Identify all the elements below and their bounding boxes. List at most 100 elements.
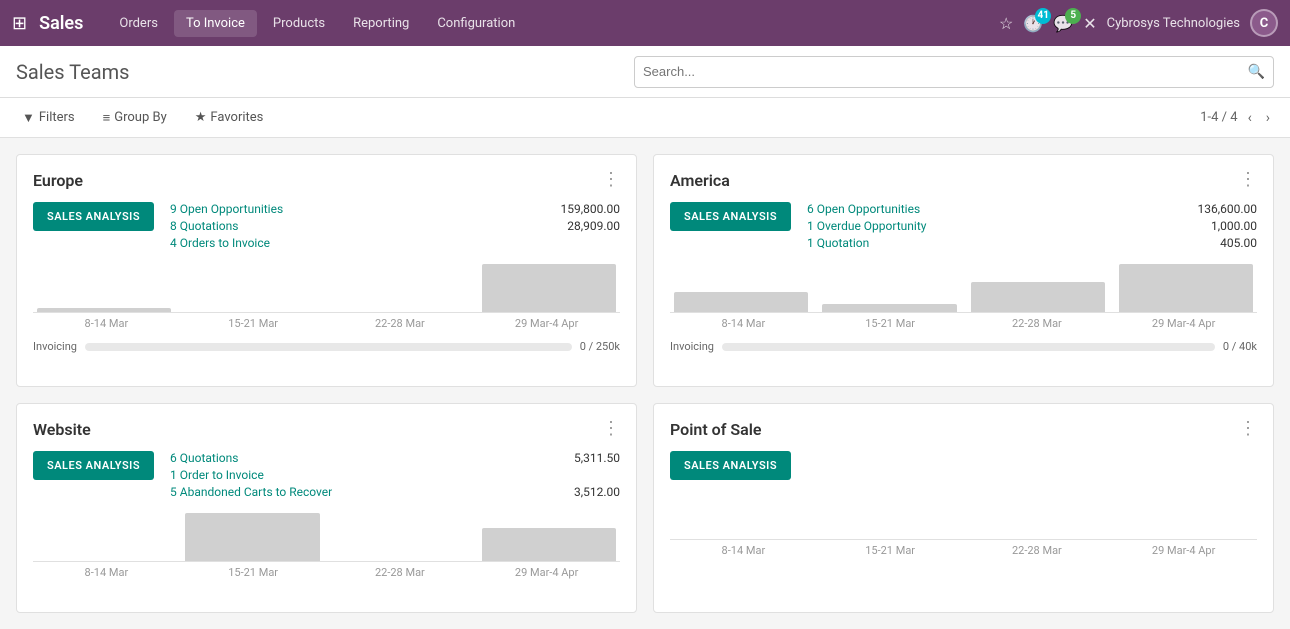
sales-analysis-button[interactable]: SALES ANALYSIS: [670, 451, 791, 480]
card-body: SALES ANALYSIS: [670, 451, 1257, 480]
search-bar[interactable]: 🔍: [634, 56, 1274, 88]
card-link-value: 5,311.50: [574, 451, 620, 465]
team-card-america: America ⋮ SALES ANALYSIS 6 Open Opportuniti…: [653, 154, 1274, 387]
company-name: Cybrosys Technologies: [1107, 16, 1240, 31]
prev-page-button[interactable]: ‹: [1244, 108, 1256, 128]
menu-configuration[interactable]: Configuration: [425, 10, 527, 37]
card-link-value: 159,800.00: [561, 202, 620, 216]
chart-label: 22-28 Mar: [327, 317, 474, 330]
card-link-1[interactable]: 8 Quotations: [170, 219, 238, 233]
card-body: SALES ANALYSIS6 Open Opportunities136,60…: [670, 202, 1257, 253]
favorites-icon: ★: [195, 110, 207, 125]
card-header: Europe⋮: [33, 171, 620, 190]
clock-icon-btn[interactable]: 🕐 41: [1023, 14, 1043, 33]
card-header: America ⋮: [670, 171, 1257, 190]
chart-label: 22-28 Mar: [964, 544, 1111, 557]
card-link-1[interactable]: 1 Overdue Opportunity: [807, 219, 926, 233]
filters-label: Filters: [39, 110, 75, 125]
filter-icon: ▼: [22, 110, 35, 126]
chart-wrapper: 8-14 Mar15-21 Mar22-28 Mar29 Mar-4 Apr: [33, 263, 620, 330]
card-link-0[interactable]: 6 Open Opportunities: [807, 202, 920, 216]
card-menu-button[interactable]: ⋮: [1239, 420, 1257, 438]
card-link-value: 405.00: [1220, 236, 1257, 250]
card-link-0[interactable]: 6 Quotations: [170, 451, 238, 465]
card-links: 9 Open Opportunities 159,800.00 8 Quotatio…: [170, 202, 620, 253]
chart-label: 29 Mar-4 Apr: [1110, 544, 1257, 557]
card-link-1[interactable]: 1 Order to Invoice: [170, 468, 264, 482]
chat-badge: 5: [1065, 8, 1081, 24]
card-link-0[interactable]: 9 Open Opportunities: [170, 202, 283, 216]
main-menu: Orders To Invoice Products Reporting Con…: [107, 10, 991, 37]
card-link-row: 1 Order to Invoice: [170, 468, 620, 482]
close-icon: ✕: [1083, 14, 1096, 33]
chart-label: 15-21 Mar: [817, 544, 964, 557]
sales-analysis-button[interactable]: SALES ANALYSIS: [33, 451, 154, 480]
pagination-text: 1-4 / 4: [1200, 110, 1237, 125]
chart-label: 8-14 Mar: [33, 317, 180, 330]
chat-icon-btn[interactable]: 💬 5: [1053, 14, 1073, 33]
card-body: SALES ANALYSIS 6 Quotations 5,311.50 1 Orde…: [33, 451, 620, 502]
chart-bar: [37, 308, 171, 312]
invoicing-bar-track: [85, 343, 572, 351]
chart-label: 29 Mar-4 Apr: [473, 317, 620, 330]
card-link-2[interactable]: 5 Abandoned Carts to Recover: [170, 485, 332, 499]
card-header: Website⋮: [33, 420, 620, 439]
card-link-2[interactable]: 4 Orders to Invoice: [170, 236, 270, 250]
chart-bar: [674, 292, 808, 312]
invoicing-label: Invoicing: [33, 340, 77, 353]
chart-bar: [971, 282, 1105, 312]
filters-button[interactable]: ▼ Filters: [16, 108, 81, 128]
search-input[interactable]: [643, 64, 1248, 79]
card-title: Point of Sale: [670, 420, 762, 439]
chart-label: 15-21 Mar: [180, 317, 327, 330]
invoicing-value: 0 / 40k: [1223, 340, 1257, 353]
favorites-label: Favorites: [210, 110, 263, 125]
card-link-row: 5 Abandoned Carts to Recover 3,512.00: [170, 485, 620, 499]
card-link-value: 28,909.00: [567, 219, 620, 233]
sales-analysis-button[interactable]: SALES ANALYSIS: [670, 202, 791, 231]
favorites-button[interactable]: ★ Favorites: [189, 108, 270, 127]
chart-label: 22-28 Mar: [964, 317, 1111, 330]
chart-bars: [33, 512, 620, 562]
star-icon: ☆: [999, 14, 1013, 33]
card-header: Point of Sale ⋮: [670, 420, 1257, 439]
avatar[interactable]: C: [1250, 9, 1278, 37]
card-menu-button[interactable]: ⋮: [1239, 171, 1257, 189]
card-link-row: 8 Quotations 28,909.00: [170, 219, 620, 233]
invoicing-value: 0 / 250k: [580, 340, 620, 353]
card-link-row: 1 Overdue Opportunity1,000.00: [807, 219, 1257, 233]
card-link-row: 4 Orders to Invoice: [170, 236, 620, 250]
menu-reporting[interactable]: Reporting: [341, 10, 421, 37]
card-title: America: [670, 171, 730, 190]
menu-products[interactable]: Products: [261, 10, 337, 37]
filter-left: ▼ Filters ≡ Group By ★ Favorites: [16, 108, 269, 128]
invoicing-row: Invoicing 0 / 250k: [33, 340, 620, 353]
chart-wrapper: 8-14 Mar15-21 Mar22-28 Mar29 Mar-4 Apr: [670, 490, 1257, 557]
page-title: Sales Teams: [16, 60, 129, 84]
group-by-button[interactable]: ≡ Group By: [97, 108, 173, 128]
menu-to-invoice[interactable]: To Invoice: [174, 10, 257, 37]
chart-labels: 8-14 Mar15-21 Mar22-28 Mar29 Mar-4 Apr: [670, 544, 1257, 557]
chart-label: 29 Mar-4 Apr: [473, 566, 620, 579]
card-link-value: 3,512.00: [574, 485, 620, 499]
chart-bar: [482, 264, 616, 312]
close-icon-btn[interactable]: ✕: [1083, 14, 1096, 33]
next-page-button[interactable]: ›: [1262, 108, 1274, 128]
menu-orders[interactable]: Orders: [107, 10, 170, 37]
card-menu-button[interactable]: ⋮: [602, 171, 620, 189]
grid-icon[interactable]: ⊞: [12, 13, 27, 34]
chart-bars: [670, 490, 1257, 540]
star-icon-btn[interactable]: ☆: [999, 14, 1013, 33]
team-card-europe: Europe⋮ SALES ANALYSIS 9 Open Opportunitie…: [16, 154, 637, 387]
chart-bars: [670, 263, 1257, 313]
chart-labels: 8-14 Mar15-21 Mar22-28 Mar29 Mar-4 Apr: [33, 566, 620, 579]
chart-bar: [185, 513, 319, 561]
card-link-row: 6 Quotations 5,311.50: [170, 451, 620, 465]
sales-analysis-button[interactable]: SALES ANALYSIS: [33, 202, 154, 231]
card-menu-button[interactable]: ⋮: [602, 420, 620, 438]
search-icon: 🔍: [1248, 64, 1265, 80]
clock-badge: 41: [1035, 8, 1051, 24]
team-card-pos: Point of Sale ⋮ SALES ANALYSIS 8-14 Mar15-2…: [653, 403, 1274, 613]
card-link-2[interactable]: 1 Quotation: [807, 236, 869, 250]
chart-label: 8-14 Mar: [670, 544, 817, 557]
